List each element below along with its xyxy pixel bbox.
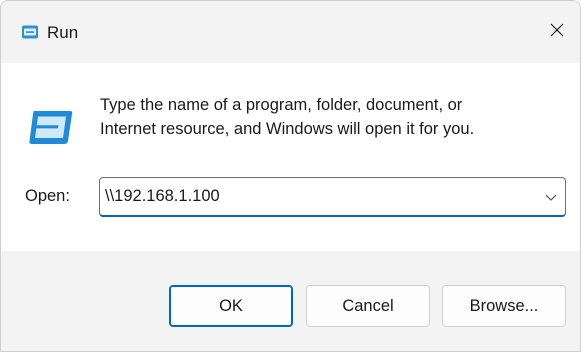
button-bar: OK Cancel Browse... xyxy=(1,251,580,351)
title-bar[interactable]: Run xyxy=(1,1,580,63)
description-line: Type the name of a program, folder, docu… xyxy=(100,96,463,114)
run-icon xyxy=(21,24,39,40)
browse-button[interactable]: Browse... xyxy=(442,285,566,327)
chevron-down-icon[interactable] xyxy=(543,189,559,205)
ok-button[interactable]: OK xyxy=(169,285,293,327)
description-text: Type the name of a program, folder, docu… xyxy=(100,93,560,141)
open-combobox[interactable] xyxy=(99,177,566,217)
run-icon xyxy=(28,107,74,147)
close-icon xyxy=(549,22,565,43)
description-line: Internet resource, and Windows will open… xyxy=(100,120,475,138)
dialog-body: Type the name of a program, folder, docu… xyxy=(1,63,580,251)
window-title: Run xyxy=(47,23,79,42)
cancel-button[interactable]: Cancel xyxy=(306,285,430,327)
open-label: Open: xyxy=(25,187,70,205)
open-input[interactable] xyxy=(100,178,530,215)
close-button[interactable] xyxy=(534,1,580,63)
run-dialog: Run Type the name of a program, folder, … xyxy=(0,0,581,352)
